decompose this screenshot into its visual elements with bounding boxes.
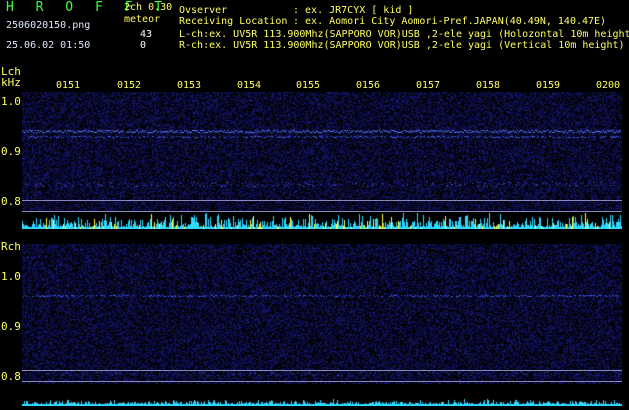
time-tick-0156: 0156 bbox=[356, 80, 381, 91]
lch-ytick-1: 1.0 bbox=[1, 95, 21, 108]
time-tick-0157: 0157 bbox=[416, 80, 441, 91]
location-label: Receiving Location bbox=[179, 16, 288, 27]
time-tick-0158: 0158 bbox=[476, 80, 501, 91]
time-tick-0154: 0154 bbox=[237, 80, 262, 91]
rch-baseline-lower bbox=[22, 381, 622, 382]
rch-ytick-1: 1.0 bbox=[1, 270, 21, 283]
observer-label: Ovserver bbox=[179, 5, 228, 16]
lch-info: L-ch:ex. UV5R 113.900Mhz(SAPPORO VOR)USB… bbox=[179, 29, 629, 40]
lch-baseline-upper bbox=[22, 200, 622, 201]
meteor-label: meteor bbox=[124, 14, 161, 25]
rch-spectrogram bbox=[22, 244, 622, 384]
datetime-label: 25.06.02 01:50 bbox=[6, 40, 91, 51]
lch-unit: kHz bbox=[1, 76, 21, 89]
observer-value: : ex. JR7CYX [ kid ] bbox=[293, 5, 414, 16]
rch-info: R-ch:ex. UV5R 113.900Mhz(SAPPORO VOR)USB… bbox=[179, 40, 625, 51]
rch-label: Rch bbox=[1, 240, 21, 253]
meteor-count-lch: 43 bbox=[140, 29, 153, 40]
time-tick-0151: 0151 bbox=[56, 80, 81, 91]
rch-baseline-upper bbox=[22, 370, 622, 371]
lch-level-meter bbox=[22, 213, 622, 229]
lch-ytick-3: 0.8 bbox=[1, 195, 21, 208]
time-tick-0159: 0159 bbox=[536, 80, 561, 91]
rch-ytick-3: 0.8 bbox=[1, 370, 21, 383]
meteor-count-rch: 0 bbox=[140, 40, 147, 51]
time-tick-0155: 0155 bbox=[296, 80, 321, 91]
lch-baseline-lower bbox=[22, 211, 622, 212]
rch-level-meter bbox=[22, 396, 622, 406]
time-tick-0200: 0200 bbox=[596, 80, 621, 91]
time-tick-0153: 0153 bbox=[177, 80, 202, 91]
rch-ytick-2: 0.9 bbox=[1, 320, 21, 333]
location-value: : ex. Aomori City Aomori-Pref.JAPAN(40.4… bbox=[293, 16, 607, 27]
filename-label: 2506020150.png bbox=[6, 20, 91, 31]
lch-spectrogram bbox=[22, 92, 622, 212]
time-tick-0152: 0152 bbox=[117, 80, 142, 91]
version-label: 2ch 0.30 bbox=[124, 2, 173, 13]
lch-ytick-2: 0.9 bbox=[1, 145, 21, 158]
